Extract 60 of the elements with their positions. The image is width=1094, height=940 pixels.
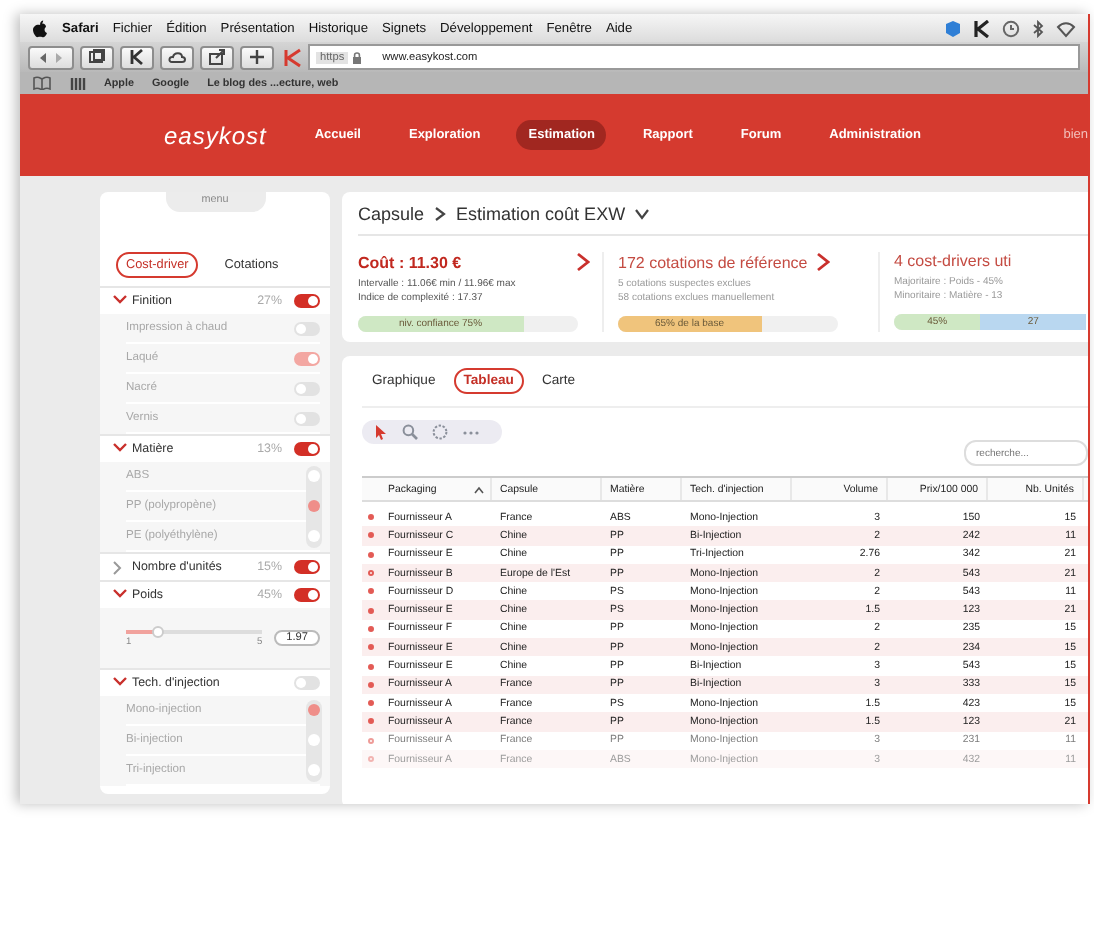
share-icon[interactable] bbox=[208, 48, 226, 66]
back-forward-button[interactable] bbox=[28, 45, 74, 69]
chevron-down-icon[interactable] bbox=[633, 206, 650, 222]
toggle-switch[interactable] bbox=[294, 294, 320, 308]
status-dot[interactable] bbox=[368, 551, 374, 558]
status-dot[interactable] bbox=[368, 532, 374, 539]
box-icon[interactable] bbox=[944, 19, 962, 37]
toggle-switch[interactable] bbox=[294, 351, 320, 365]
sort-ascending-icon[interactable] bbox=[474, 485, 484, 493]
toggle-switch[interactable] bbox=[294, 381, 320, 395]
status-dot[interactable] bbox=[368, 644, 374, 651]
chevron-down-icon[interactable] bbox=[112, 441, 128, 457]
cloud-icon[interactable] bbox=[168, 48, 186, 66]
more-icon[interactable] bbox=[462, 429, 480, 435]
chevron-down-icon[interactable] bbox=[112, 587, 128, 603]
status-dot[interactable] bbox=[368, 570, 374, 577]
status-dot[interactable] bbox=[368, 625, 374, 632]
chevron-right-icon[interactable] bbox=[815, 252, 830, 272]
summary-title[interactable]: 4 cost-drivers uti bbox=[894, 252, 1012, 270]
grid-icon[interactable] bbox=[70, 77, 86, 89]
summary-title[interactable]: 172 cotations de référence bbox=[618, 253, 808, 271]
toggle-switch[interactable] bbox=[294, 411, 320, 425]
status-dot[interactable] bbox=[368, 718, 374, 725]
chevron-down-icon[interactable] bbox=[112, 293, 128, 309]
breadcrumb-item[interactable]: Estimation coût EXW bbox=[456, 204, 626, 224]
k-logo-icon bbox=[282, 47, 302, 67]
status-dot[interactable] bbox=[368, 700, 374, 707]
status-dot[interactable] bbox=[368, 607, 374, 614]
plus-icon[interactable] bbox=[248, 48, 266, 66]
k-logo-icon[interactable] bbox=[974, 19, 990, 37]
status-dot[interactable] bbox=[368, 663, 374, 670]
chevron-right-icon[interactable] bbox=[576, 252, 590, 272]
toggle-switch[interactable] bbox=[294, 560, 320, 574]
breadcrumb-item[interactable]: Capsule bbox=[358, 204, 425, 224]
status-dot[interactable] bbox=[368, 514, 374, 521]
status-dot[interactable] bbox=[368, 588, 374, 595]
status-dot[interactable] bbox=[368, 681, 374, 688]
lock-icon bbox=[352, 51, 363, 63]
back-icon[interactable] bbox=[38, 51, 48, 63]
summary-title[interactable]: Coût : 11.30 € bbox=[358, 253, 462, 271]
tabs-icon[interactable] bbox=[88, 48, 106, 66]
lasso-icon[interactable] bbox=[432, 424, 448, 440]
bluetooth-icon[interactable] bbox=[1032, 19, 1044, 37]
apple-icon[interactable] bbox=[32, 19, 48, 37]
search-icon[interactable] bbox=[402, 424, 418, 440]
k-logo-icon[interactable] bbox=[128, 48, 146, 66]
chevron-right-icon[interactable] bbox=[432, 206, 449, 222]
pointer-icon[interactable] bbox=[374, 424, 388, 440]
toggle-switch[interactable] bbox=[294, 588, 320, 602]
logo-text[interactable]: easykost bbox=[164, 121, 267, 149]
toggle-switch[interactable] bbox=[294, 321, 320, 335]
toggle-switch[interactable] bbox=[294, 442, 320, 456]
status-dot[interactable] bbox=[368, 737, 374, 744]
chevron-down-icon[interactable] bbox=[112, 675, 128, 691]
forward-icon[interactable] bbox=[54, 51, 64, 63]
toggle-switch[interactable] bbox=[294, 676, 320, 690]
book-icon[interactable] bbox=[32, 76, 52, 90]
clock-icon[interactable] bbox=[1002, 19, 1020, 37]
wifi-icon[interactable] bbox=[1056, 19, 1076, 37]
slider-thumb[interactable] bbox=[152, 625, 165, 637]
